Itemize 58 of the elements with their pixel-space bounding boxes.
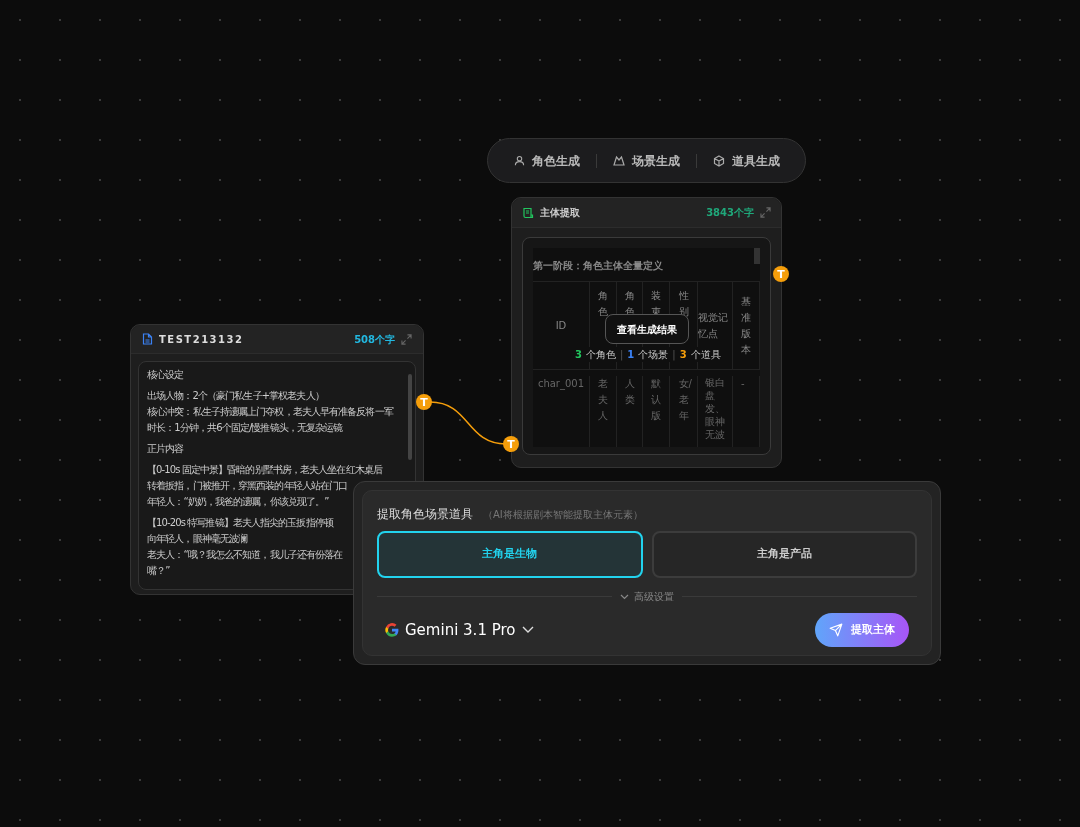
generate-tab[interactable]: 角色生成 [513, 151, 580, 170]
google-icon [385, 623, 399, 637]
table-heading: 第一阶段：角色主体全量定义 [533, 259, 663, 273]
chevron-down-icon [521, 626, 534, 634]
scrollbar[interactable] [754, 248, 760, 264]
extract-button[interactable]: 提取主体 [815, 613, 909, 647]
column-header: 视觉记忆点 [698, 310, 729, 341]
send-icon [829, 623, 843, 637]
generate-tab[interactable]: 道具生成 [712, 151, 780, 170]
table-cell-text: 默认版 [651, 377, 661, 423]
table-cell-text: 老夫人 [598, 377, 608, 423]
table-cell-text: - [741, 377, 746, 391]
table-cell-text: char_001 [537, 377, 585, 392]
column-header: ID [555, 318, 567, 333]
stat-label: 个场景 [638, 348, 669, 362]
node-title: TEST213132 [159, 332, 244, 347]
document-text-line: 【10-20s 特写推镜】老夫人指尖的玉扳指停顿 [147, 516, 333, 530]
person-icon [513, 155, 525, 166]
node-title: 主体提取 [540, 206, 580, 220]
stat-label: 个道具 [690, 348, 721, 362]
column-header: 基准版本 [741, 294, 751, 357]
char-count: 508个字 [354, 332, 395, 347]
expand-icon[interactable] [760, 207, 771, 218]
document-text-line: 核心设定 [147, 368, 184, 382]
char-count: 3843个字 [706, 206, 754, 220]
document-text-line: 时长：1分钟，共6个固定/慢推镜头，无复杂运镜 [147, 421, 343, 435]
panel-title: 提取角色场景道具 [377, 506, 473, 523]
separator: | [619, 348, 624, 362]
stat-count: 3 [575, 348, 582, 362]
advanced-settings-toggle[interactable]: 高级设置 [620, 589, 674, 604]
stat-count: 1 [627, 348, 635, 362]
model-selector[interactable]: Gemini 3.1 Pro [385, 618, 534, 642]
option-button[interactable]: 主角是生物 [377, 531, 643, 578]
document-icon [142, 333, 153, 345]
stat-label: 个角色 [585, 348, 616, 362]
scroll-icon [522, 206, 534, 219]
document-text-line: 向年轻人，眼神毫无波澜 [147, 532, 248, 546]
stat-count: 3 [679, 348, 687, 362]
document-text-line: 核心冲突：私生子持遗嘱上门夺权，老夫人早有准备反将一军 [147, 405, 393, 419]
document-text-line: 【0-10s 固定中景】昏暗的别墅书房，老夫人坐在红木桌后 [147, 463, 382, 477]
column-header: 角色 [598, 289, 608, 319]
mountain-icon [612, 155, 625, 166]
chevron-down-icon [620, 593, 629, 600]
table-cell-text: 人类 [624, 377, 635, 407]
table-cell-text: 银白盘发、眼神无波 [705, 376, 725, 442]
document-text-line: 出场人物：2个（豪门私生子+掌权老夫人） [147, 389, 324, 403]
expand-icon[interactable] [401, 333, 412, 345]
option-button[interactable]: 主角是产品 [651, 531, 917, 578]
generate-tab[interactable]: 场景生成 [612, 151, 680, 170]
document-text-line: 嘴？” [147, 564, 170, 578]
document-text-line: 年轻人：“奶奶，我爸的遗嘱，你该兑现了。” [147, 495, 329, 509]
document-text-line: 转着扳指，门被推开，穿黑西装的年轻人站在门口 [147, 479, 348, 493]
document-text-line: 老夫人：“哦？我怎么不知道，我儿子还有份落在 [147, 548, 343, 562]
document-text-line: 正片内容 [147, 442, 184, 456]
scrollbar[interactable] [408, 374, 412, 460]
cube-icon [712, 154, 725, 167]
separator: | [672, 348, 676, 362]
panel-hint: （AI将根据剧本智能提取主体元素） [483, 508, 643, 522]
